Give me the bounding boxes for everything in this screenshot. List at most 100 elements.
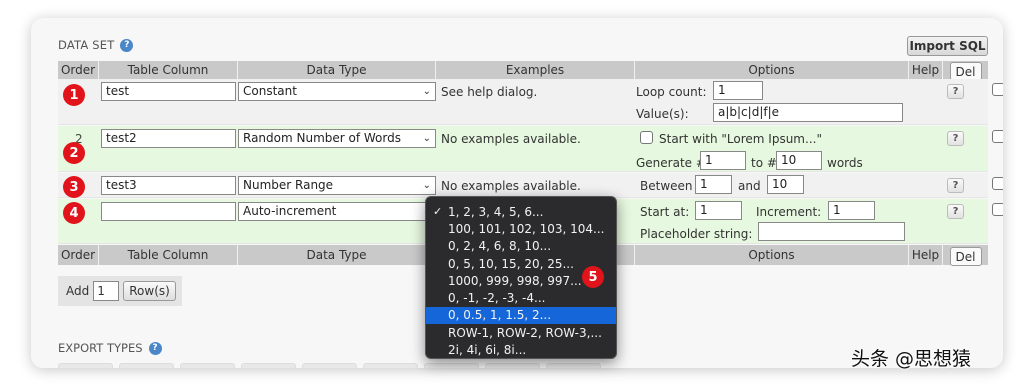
delete-row-checkbox[interactable]: [992, 177, 1003, 190]
values-label: Value(s):: [636, 107, 689, 121]
example-text: See help dialog.: [441, 85, 538, 99]
row-help-button[interactable]: ?: [947, 178, 964, 193]
export-tab[interactable]: [241, 363, 296, 368]
export-tab[interactable]: [302, 363, 357, 368]
header-data-type: Data Type: [238, 61, 436, 79]
header-help: Help: [909, 245, 943, 265]
help-icon[interactable]: ?: [148, 341, 162, 355]
import-sql-button[interactable]: Import SQL: [907, 36, 988, 56]
generate-label: Generate #: [636, 156, 706, 170]
chevron-down-icon: ⌄: [422, 180, 431, 191]
values-input[interactable]: a|b|c|d|f|e: [713, 103, 903, 122]
annotation-badge-3: 3: [63, 176, 85, 198]
export-tab[interactable]: [180, 363, 235, 368]
column-name-input[interactable]: test2: [101, 129, 236, 148]
header-order: Order: [58, 61, 99, 79]
header-del: Del: [943, 61, 988, 81]
export-types-title: EXPORT TYPES: [58, 341, 143, 355]
loop-count-input[interactable]: 1: [713, 81, 763, 100]
start-with-lorem-label: Start with "Lorem Ipsum...": [659, 132, 822, 146]
table-row: test3 Number Range ⌄ No examples availab…: [58, 173, 1003, 198]
and-label: and: [738, 179, 761, 193]
export-tab[interactable]: [424, 363, 479, 368]
data-set-heading: DATA SET ?: [58, 38, 134, 52]
loop-count-label: Loop count:: [636, 85, 707, 99]
data-set-title: DATA SET: [58, 38, 115, 52]
data-type-value: Number Range: [243, 178, 334, 192]
header-order: Order: [58, 245, 99, 265]
annotation-badge-5: 5: [582, 266, 604, 288]
delete-selected-button[interactable]: Del: [949, 247, 982, 266]
add-rows-bar: Add 1 Row(s): [58, 276, 182, 306]
data-type-select[interactable]: Auto-increment ⌄: [238, 202, 436, 221]
between-to-input[interactable]: 10: [767, 175, 804, 194]
export-type-tabs: [58, 363, 601, 368]
add-label: Add: [66, 284, 90, 298]
delete-row-checkbox[interactable]: [992, 203, 1003, 216]
column-name-input[interactable]: test3: [101, 176, 236, 195]
increment-label: Increment:: [756, 205, 822, 219]
chevron-down-icon: ⌄: [422, 133, 431, 144]
generate-to-input[interactable]: 10: [776, 151, 822, 170]
start-with-lorem-checkbox[interactable]: [640, 131, 653, 144]
placeholder-input[interactable]: [758, 222, 905, 241]
words-label: words: [827, 156, 863, 170]
delete-row-checkbox[interactable]: [992, 130, 1003, 143]
checkmark-icon: ✓: [433, 205, 443, 219]
export-types-heading: EXPORT TYPES ?: [58, 341, 162, 355]
export-tab[interactable]: [546, 363, 601, 368]
header-examples: Examples: [436, 61, 635, 79]
example-text: No examples available.: [441, 132, 581, 146]
chevron-down-icon: ⌄: [422, 86, 431, 97]
header-table-column: Table Column: [99, 245, 238, 265]
menu-item[interactable]: ROW-1, ROW-2, ROW-3,...: [426, 324, 616, 341]
column-name-input[interactable]: test: [101, 82, 236, 101]
between-label: Between: [640, 179, 693, 193]
start-at-label: Start at:: [640, 205, 690, 219]
data-type-value: Constant: [243, 84, 297, 98]
to-label: to #: [751, 156, 777, 170]
header-help: Help: [909, 61, 943, 79]
data-type-value: Random Number of Words: [243, 131, 401, 145]
example-text: No examples available.: [441, 179, 581, 193]
data-type-select[interactable]: Number Range ⌄: [238, 176, 436, 195]
export-tab[interactable]: [58, 363, 113, 368]
annotation-badge-2: 2: [63, 142, 85, 164]
menu-item[interactable]: ✓ 1, 2, 3, 4, 5, 6...: [426, 203, 616, 220]
header-options: Options: [635, 245, 909, 265]
data-type-select[interactable]: Random Number of Words ⌄: [238, 129, 436, 148]
row-help-button[interactable]: ?: [947, 84, 964, 99]
header-data-type: Data Type: [238, 245, 436, 265]
menu-item[interactable]: 0, -1, -2, -3, -4...: [426, 289, 616, 306]
header-table-column: Table Column: [99, 61, 238, 79]
menu-item-highlighted[interactable]: 0, 0.5, 1, 1.5, 2...: [426, 306, 616, 325]
menu-item[interactable]: 100, 101, 102, 103, 104...: [426, 220, 616, 237]
start-at-input[interactable]: 1: [695, 201, 742, 220]
annotation-badge-4: 4: [63, 202, 85, 224]
menu-item[interactable]: 2i, 4i, 6i, 8i...: [426, 341, 616, 358]
placeholder-label: Placeholder string:: [640, 227, 753, 241]
table-header-top: Order Table Column Data Type Examples Op…: [58, 61, 988, 81]
data-type-value: Auto-increment: [243, 204, 337, 218]
table-row: test Constant ⌄ See help dialog. Loop co…: [58, 79, 1003, 125]
delete-row-checkbox[interactable]: [992, 83, 1003, 96]
between-from-input[interactable]: 1: [695, 175, 732, 194]
export-tab[interactable]: [363, 363, 418, 368]
header-del: Del: [943, 245, 988, 266]
add-rows-count-input[interactable]: 1: [93, 281, 120, 301]
increment-input[interactable]: 1: [828, 201, 875, 220]
help-icon[interactable]: ?: [120, 38, 134, 52]
menu-item[interactable]: 0, 2, 4, 6, 8, 10...: [426, 238, 616, 255]
export-tab[interactable]: [119, 363, 174, 368]
column-name-input[interactable]: [101, 202, 236, 221]
annotation-badge-1: 1: [63, 84, 85, 106]
data-type-select[interactable]: Constant ⌄: [238, 82, 436, 101]
table-row: 2 test2 Random Number of Words ⌄ No exam…: [58, 126, 1003, 172]
row-help-button[interactable]: ?: [947, 204, 964, 219]
watermark-text: 头条 @思想猿: [851, 348, 972, 370]
generate-from-input[interactable]: 1: [700, 151, 746, 170]
row-help-button[interactable]: ?: [947, 131, 964, 146]
header-options: Options: [635, 61, 909, 79]
add-rows-button[interactable]: Row(s): [123, 281, 176, 301]
export-tab[interactable]: [485, 363, 540, 368]
